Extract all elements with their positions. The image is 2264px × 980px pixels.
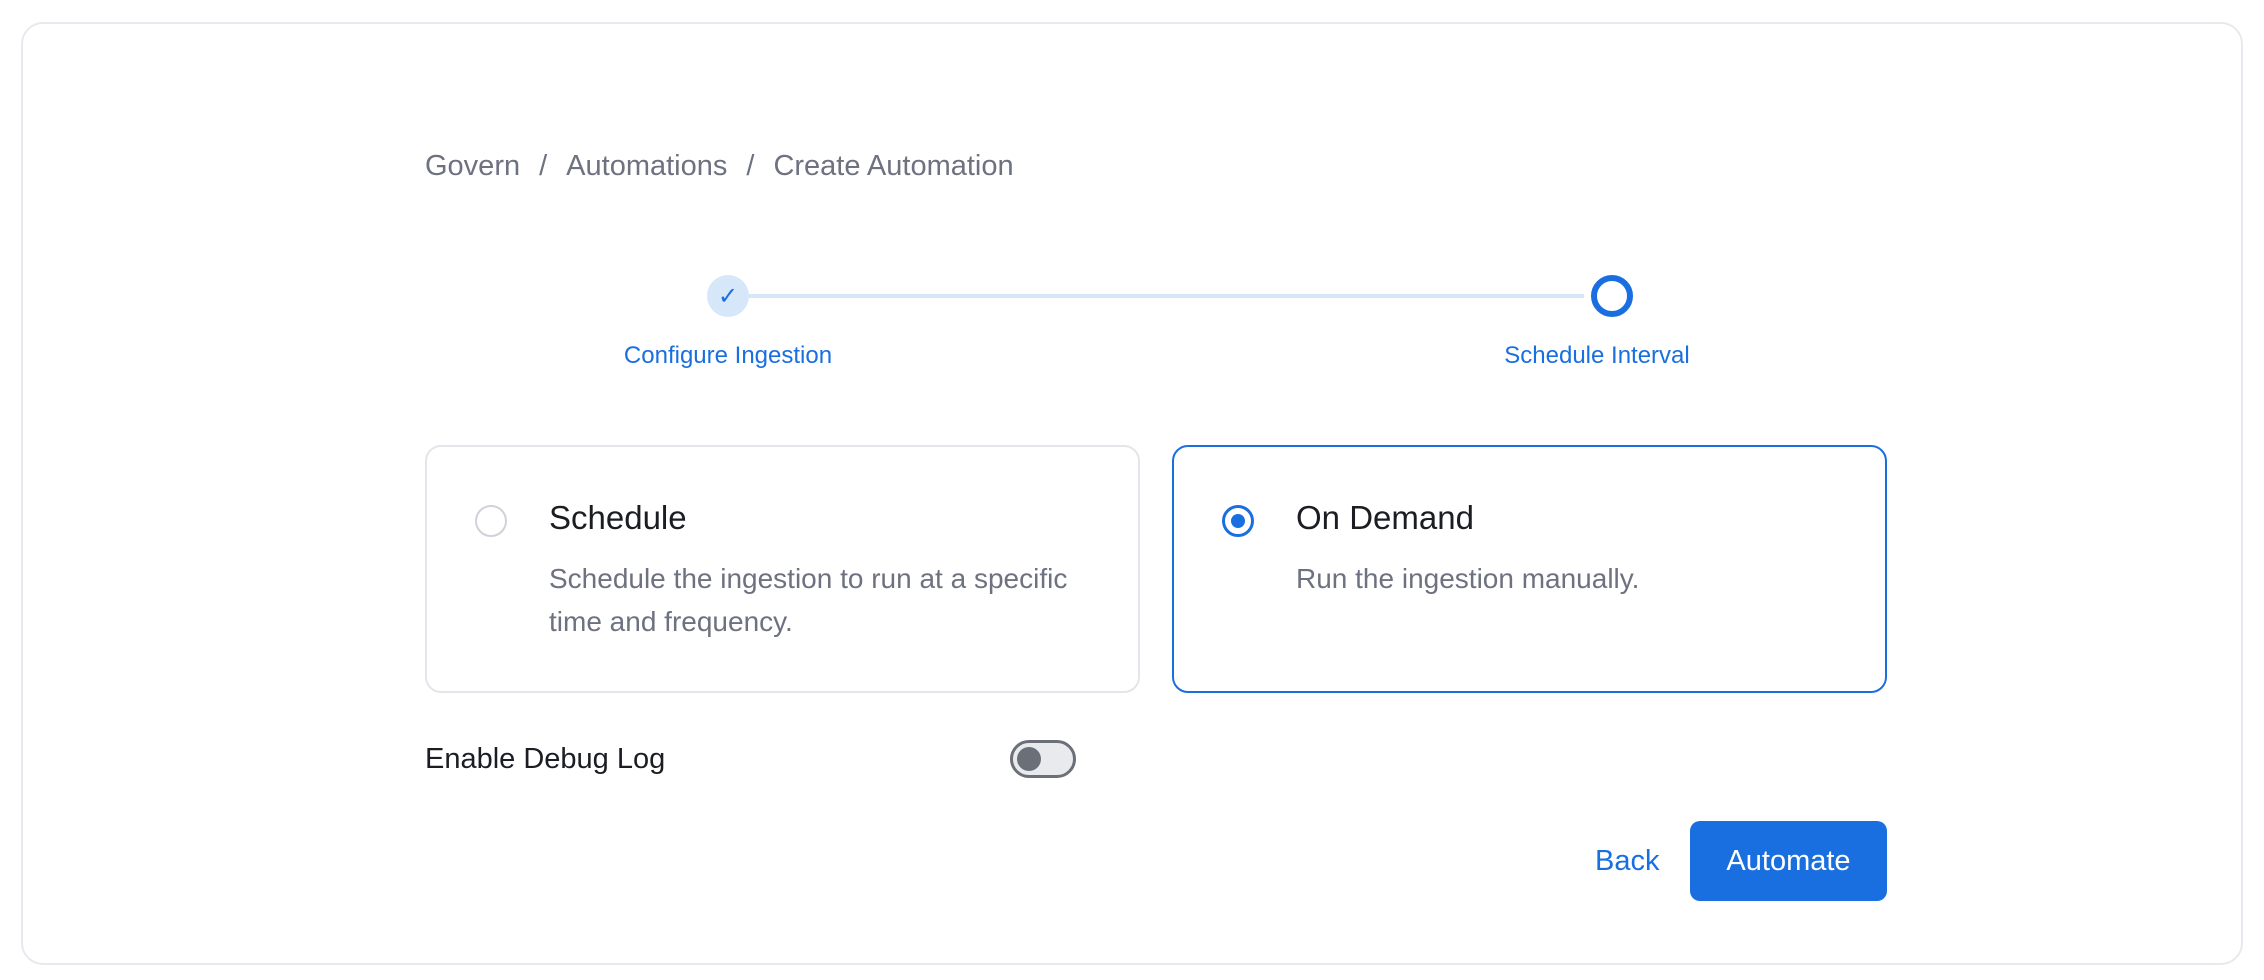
debug-log-label: Enable Debug Log <box>425 743 666 775</box>
main-panel: Govern / Automations / Create Automation… <box>21 22 2243 965</box>
schedule-radio[interactable] <box>475 505 507 537</box>
on-demand-radio[interactable] <box>1222 505 1254 537</box>
check-icon: ✓ <box>717 282 739 310</box>
breadcrumb-automations[interactable]: Automations <box>566 150 727 183</box>
option-description: Run the ingestion manually. <box>1296 563 1640 594</box>
stepper-connector <box>728 294 1584 298</box>
automate-button[interactable]: Automate <box>1690 821 1887 901</box>
breadcrumb-separator: / <box>539 149 548 182</box>
step-active-indicator <box>1591 275 1633 317</box>
breadcrumb-separator: / <box>746 149 755 182</box>
option-description: Schedule the ingestion to run at a speci… <box>549 563 1068 637</box>
step-label-schedule-interval: Schedule Interval <box>1504 342 1690 369</box>
option-title: Schedule <box>549 499 687 536</box>
debug-log-row: Enable Debug Log <box>425 736 1076 782</box>
toggle-knob <box>1017 747 1041 771</box>
breadcrumb-govern[interactable]: Govern <box>425 150 520 183</box>
content-area: Govern / Automations / Create Automation… <box>425 24 1887 963</box>
back-button[interactable]: Back <box>1575 821 1679 901</box>
option-card-schedule[interactable]: Schedule Schedule the ingestion to run a… <box>425 445 1140 693</box>
step-completed-indicator: ✓ <box>707 275 749 317</box>
option-card-on-demand[interactable]: On Demand Run the ingestion manually. <box>1172 445 1887 693</box>
debug-log-toggle[interactable] <box>1010 740 1076 778</box>
breadcrumb-create-automation: Create Automation <box>773 149 1014 182</box>
option-title: On Demand <box>1296 499 1474 536</box>
stepper: ✓ Configure Ingestion Schedule Interval <box>425 252 1887 382</box>
breadcrumb: Govern / Automations / Create Automation <box>425 146 1014 186</box>
step-label-configure-ingestion: Configure Ingestion <box>623 342 833 369</box>
